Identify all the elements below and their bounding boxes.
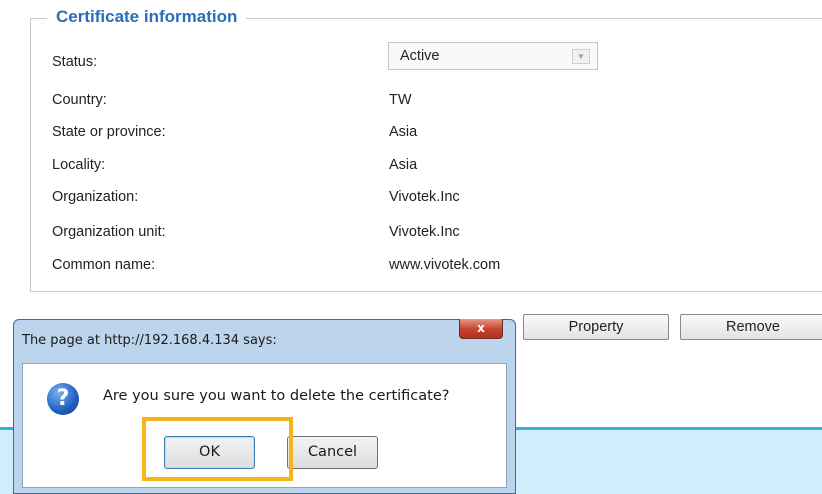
dialog-message: Are you sure you want to delete the cert… [103, 388, 450, 404]
remove-button[interactable]: Remove [680, 314, 822, 340]
state-value: Asia [389, 124, 418, 140]
dialog-title: The page at http://192.168.4.134 says: [22, 333, 277, 348]
organization-unit-label: Organization unit: [52, 224, 166, 240]
status-value: Active [400, 48, 440, 64]
common-name-label: Common name: [52, 257, 156, 273]
locality-label: Locality: [52, 157, 106, 173]
status-label: Status: [52, 54, 98, 70]
country-label: Country: [52, 92, 107, 108]
question-icon: ? [47, 383, 79, 415]
ok-highlight [142, 417, 293, 481]
organization-label: Organization: [52, 189, 139, 205]
certificate-legend: Certificate information [47, 7, 247, 27]
status-select[interactable]: Active ▼ [388, 42, 598, 70]
organization-unit-value: Vivotek.Inc [389, 224, 460, 240]
footer-band-left [0, 427, 14, 494]
common-name-value: www.vivotek.com [389, 257, 501, 273]
close-icon[interactable]: x [459, 319, 503, 339]
country-value: TW [389, 92, 412, 108]
chevron-down-icon[interactable]: ▼ [572, 49, 590, 64]
property-button[interactable]: Property [523, 314, 669, 340]
cancel-button[interactable]: Cancel [287, 436, 378, 469]
organization-value: Vivotek.Inc [389, 189, 460, 205]
confirm-dialog: The page at http://192.168.4.134 says: x… [13, 319, 516, 494]
state-label: State or province: [52, 124, 166, 140]
footer-band [515, 427, 822, 494]
locality-value: Asia [389, 157, 418, 173]
